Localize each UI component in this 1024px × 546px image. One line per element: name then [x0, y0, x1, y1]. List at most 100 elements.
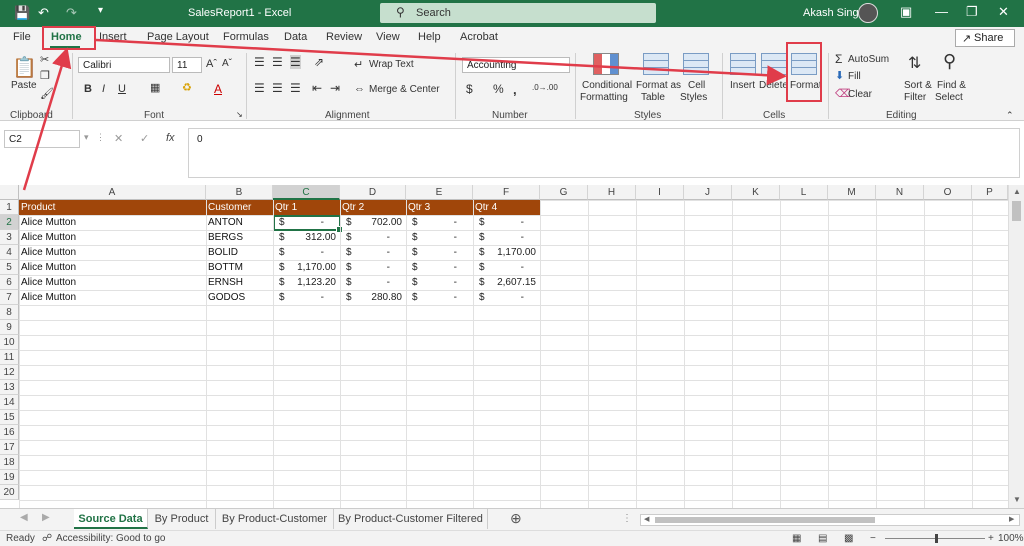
table-cell[interactable]: $ -	[340, 275, 406, 290]
increase-font-icon[interactable]: Aˆ	[206, 58, 217, 70]
name-box[interactable]: C2	[4, 130, 80, 148]
column-header-k[interactable]: K	[732, 185, 780, 200]
table-cell[interactable]: $ -	[473, 260, 540, 275]
table-cell[interactable]: ERNSH	[206, 275, 273, 290]
clear-button[interactable]: Clear	[848, 89, 872, 100]
scroll-down-icon[interactable]: ▼	[1013, 495, 1021, 504]
accessibility-status[interactable]: Accessibility: Good to go	[56, 533, 166, 544]
insert-cells-icon[interactable]	[730, 53, 756, 75]
tab-insert[interactable]: Insert	[99, 31, 127, 43]
column-header-f[interactable]: F	[473, 185, 540, 200]
avatar[interactable]	[858, 3, 878, 23]
table-cell[interactable]: BOTTM	[206, 260, 273, 275]
fill-color-icon[interactable]: ♻	[182, 81, 192, 94]
merge-center-icon[interactable]: ⇔	[354, 83, 365, 95]
zoom-level[interactable]: 100%	[998, 533, 1024, 544]
restore-icon[interactable]: ❐	[966, 4, 978, 20]
table-cell[interactable]: BERGS	[206, 230, 273, 245]
column-header-m[interactable]: M	[828, 185, 876, 200]
page-layout-view-icon[interactable]: ▤	[818, 533, 827, 544]
tab-file[interactable]: File	[13, 31, 31, 43]
page-break-view-icon[interactable]: ▩	[844, 533, 853, 544]
format-cells-button[interactable]: Format	[790, 80, 822, 91]
conditional-formatting-button[interactable]: Conditional	[582, 80, 632, 91]
fill-button[interactable]: Fill	[848, 71, 861, 82]
paste-icon[interactable]: 📋	[12, 55, 37, 80]
table-cell[interactable]: $ -	[406, 215, 473, 230]
column-header-d[interactable]: D	[340, 185, 406, 200]
sheet-tab[interactable]: By Product-Customer	[216, 509, 334, 529]
table-cell[interactable]: Alice Mutton	[19, 215, 206, 230]
table-cell[interactable]: $ -	[340, 245, 406, 260]
column-header-o[interactable]: O	[924, 185, 972, 200]
tab-page-layout[interactable]: Page Layout	[147, 31, 209, 43]
vertical-scrollbar[interactable]: ▲ ▼	[1008, 185, 1024, 508]
row-header-20[interactable]: 20	[0, 485, 19, 500]
customize-toolbar-icon[interactable]: ▾	[98, 5, 103, 16]
sheet-tab[interactable]: Source Data	[74, 509, 148, 529]
insert-cells-button[interactable]: Insert	[730, 80, 755, 91]
table-cell[interactable]: BOLID	[206, 245, 273, 260]
table-cell[interactable]: $280.80	[340, 290, 406, 305]
table-header-cell[interactable]: Qtr 4	[473, 200, 540, 215]
table-cell[interactable]: $ -	[273, 245, 340, 260]
format-as-table-button[interactable]: Format as	[636, 80, 681, 91]
row-header-18[interactable]: 18	[0, 455, 19, 470]
table-cell[interactable]: $312.00	[273, 230, 340, 245]
column-header-j[interactable]: J	[684, 185, 732, 200]
table-header-cell[interactable]: Qtr 3	[406, 200, 473, 215]
bold-button[interactable]: B	[84, 83, 92, 95]
table-cell[interactable]: $ -	[340, 260, 406, 275]
cancel-icon[interactable]: ✕	[114, 132, 123, 145]
table-cell[interactable]: ANTON	[206, 215, 273, 230]
find-select-icon[interactable]: ⚲	[943, 51, 956, 72]
column-header-b[interactable]: B	[206, 185, 273, 200]
select-all-corner[interactable]	[0, 185, 19, 200]
align-center-icon[interactable]: ☰	[272, 81, 283, 95]
align-left-icon[interactable]: ☰	[254, 81, 265, 95]
row-header-4[interactable]: 4	[0, 245, 19, 260]
worksheet-grid[interactable]: Product Customer Qtr 1 Qtr 2 Qtr 3 Qtr 4 Alice…	[19, 200, 1008, 508]
horizontal-scroll-thumb[interactable]	[655, 517, 875, 523]
tab-home[interactable]: Home	[51, 31, 82, 43]
normal-view-icon[interactable]: ▦	[792, 533, 801, 544]
table-cell[interactable]: Alice Mutton	[19, 245, 206, 260]
table-header-cell[interactable]: Product	[19, 200, 206, 215]
format-as-table-icon[interactable]	[643, 53, 669, 75]
row-header-14[interactable]: 14	[0, 395, 19, 410]
align-right-icon[interactable]: ☰	[290, 81, 301, 95]
search-box[interactable]: ⚲ Search	[380, 3, 656, 23]
row-header-13[interactable]: 13	[0, 380, 19, 395]
row-header-2[interactable]: 2	[0, 215, 19, 230]
row-header-10[interactable]: 10	[0, 335, 19, 350]
formula-input[interactable]: 0	[188, 128, 1020, 178]
underline-button[interactable]: U	[118, 83, 126, 95]
table-cell[interactable]: $ -	[473, 215, 540, 230]
save-icon[interactable]: 💾	[14, 5, 30, 21]
row-header-19[interactable]: 19	[0, 470, 19, 485]
font-name-dropdown[interactable]: Calibri	[78, 57, 170, 73]
insert-function-icon[interactable]: fx	[166, 132, 175, 144]
row-header-16[interactable]: 16	[0, 425, 19, 440]
column-header-h[interactable]: H	[588, 185, 636, 200]
row-header-7[interactable]: 7	[0, 290, 19, 305]
formula-bar-options-icon[interactable]: ⋮	[96, 132, 105, 143]
sheet-tab[interactable]: By Product-Customer Filtered	[334, 509, 488, 529]
percent-button[interactable]: %	[493, 82, 504, 96]
prev-sheet-icon[interactable]: ◀	[20, 512, 28, 523]
table-cell[interactable]: $ -	[406, 290, 473, 305]
table-cell[interactable]: $ -	[473, 230, 540, 245]
table-cell[interactable]: $ -	[406, 275, 473, 290]
table-cell[interactable]: Alice Mutton	[19, 275, 206, 290]
row-header-12[interactable]: 12	[0, 365, 19, 380]
table-cell[interactable]: $ -	[406, 245, 473, 260]
font-color-icon[interactable]: A	[214, 82, 222, 96]
scroll-up-icon[interactable]: ▲	[1013, 187, 1021, 196]
column-header-a[interactable]: A	[19, 185, 206, 200]
font-dialog-launcher-icon[interactable]: ↘	[236, 110, 243, 119]
row-header-6[interactable]: 6	[0, 275, 19, 290]
tab-acrobat[interactable]: Acrobat	[460, 31, 498, 43]
redo-icon[interactable]: ↷	[66, 5, 77, 21]
currency-button[interactable]: $	[466, 82, 473, 96]
zoom-in-icon[interactable]: +	[988, 533, 994, 544]
